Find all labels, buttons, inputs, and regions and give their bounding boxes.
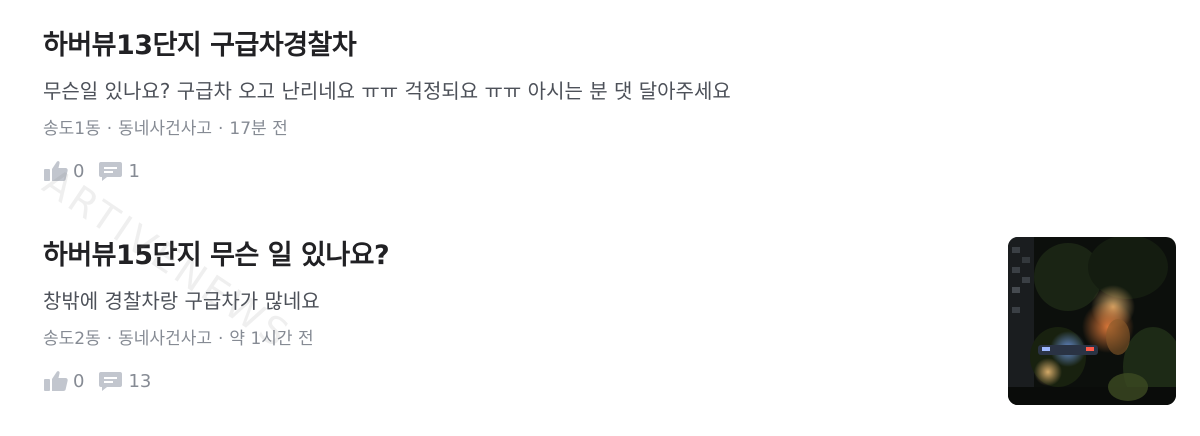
thumbs-up-icon [44,371,68,391]
meta-separator: · [218,329,224,349]
feed-post[interactable]: 하버뷰13단지 구급차경찰차 무슨일 있나요? 구급차 오고 난리네요 ㅠㅠ 걱… [43,24,1176,184]
thumbs-up-icon [44,161,68,181]
post-location: 송도1동 [43,119,101,139]
post-stats: 0 13 [43,368,1176,394]
meta-separator: · [106,329,113,349]
comment-count: 1 [128,160,140,182]
like-button[interactable]: 0 [43,370,84,392]
post-title[interactable]: 하버뷰13단지 구급차경찰차 [43,24,1176,68]
meta-separator: · [218,119,224,139]
post-time: 약 1시간 전 [229,329,314,349]
like-count: 0 [73,370,85,392]
comment-icon [99,162,123,181]
feed-post[interactable]: 하버뷰15단지 무슨 일 있나요? 창밖에 경찰차랑 구급차가 많네요 송도2동… [43,234,1176,405]
post-body[interactable]: 창밖에 경찰차랑 구급차가 많네요 [43,286,1176,316]
like-count: 0 [73,160,85,182]
post-meta: 송도1동 · 동네사건사고 · 17분 전 [43,116,1176,142]
comment-button[interactable]: 1 [98,160,140,182]
comment-button[interactable]: 13 [98,370,151,392]
community-feed: 하버뷰13단지 구급차경찰차 무슨일 있나요? 구급차 오고 난리네요 ㅠㅠ 걱… [0,0,1200,436]
post-stats: 0 1 [43,158,1176,184]
post-time: 17분 전 [229,119,288,139]
like-button[interactable]: 0 [43,160,84,182]
post-location: 송도2동 [43,329,101,349]
comment-count: 13 [128,370,152,392]
comment-icon [99,372,123,391]
post-thumbnail-image[interactable] [1008,237,1176,405]
post-category: 동네사건사고 [118,119,212,139]
post-category: 동네사건사고 [118,329,212,349]
meta-separator: · [106,119,113,139]
post-title[interactable]: 하버뷰15단지 무슨 일 있나요? [43,234,1176,278]
post-body[interactable]: 무슨일 있나요? 구급차 오고 난리네요 ㅠㅠ 걱정되요 ㅠㅠ 아시는 분 댓 … [43,76,1176,106]
post-meta: 송도2동 · 동네사건사고 · 약 1시간 전 [43,326,1176,352]
night-street-photo [1008,237,1176,405]
